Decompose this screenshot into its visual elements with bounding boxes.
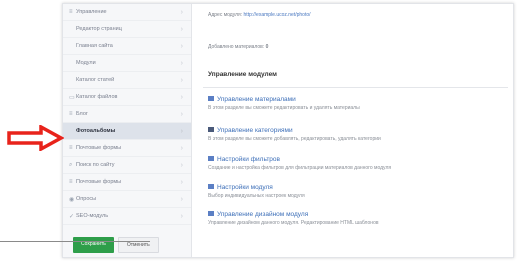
- materials-added-value: 0: [265, 44, 269, 50]
- sidebar-item[interactable]: ⌕ Поиск по сайту ›: [63, 157, 191, 174]
- chevron-right-icon: ›: [180, 76, 183, 84]
- module-address-label: Адрес модуля:: [208, 12, 243, 18]
- sidebar-item[interactable]: Модули ›: [63, 55, 191, 72]
- chevron-right-icon: ›: [180, 144, 183, 152]
- module-entry-description: В этом разделе вы сможете добавлять, ред…: [208, 136, 381, 142]
- search-icon: ⌕: [69, 161, 73, 168]
- list-icon: ≡: [69, 111, 73, 117]
- materials-added-label: Добавлено материалов:: [208, 44, 265, 50]
- sidebar-item[interactable]: ≡ Управление ›: [63, 4, 191, 21]
- sidebar-item[interactable]: ≡ Почтовые формы ›: [63, 174, 191, 191]
- sidebar-item-label: Главная сайта: [76, 43, 113, 49]
- sidebar-item-label: Редактор страниц: [76, 26, 122, 32]
- tool-icon: ✓: [69, 213, 75, 220]
- sidebar-item-label: Опросы: [76, 196, 97, 202]
- underline-divider: [0, 241, 150, 242]
- materials-added-row: Добавлено материалов: 0: [208, 44, 268, 50]
- list-icon: [208, 96, 214, 101]
- sidebar-item-label: Блог: [76, 111, 88, 117]
- module-entry-title: Управление категориями: [217, 127, 293, 134]
- module-address-row: Адрес модуля: http://example.ucoz.net/ph…: [208, 12, 311, 18]
- list-icon: ≡: [69, 179, 73, 185]
- list-icon: ≡: [69, 145, 73, 151]
- main-content: Адрес модуля: http://example.ucoz.net/ph…: [203, 4, 508, 257]
- list-icon: ≡: [69, 9, 73, 15]
- sidebar-item[interactable]: ◉ Опросы ›: [63, 191, 191, 208]
- module-entry-title: Настройки фильтров: [217, 156, 280, 163]
- sidebar-item-label: Почтовые формы: [76, 179, 122, 185]
- chevron-right-icon: ›: [180, 212, 183, 220]
- module-entry: Настройки фильтров Создание и настройка ф…: [208, 156, 391, 171]
- user-icon: ◉: [69, 196, 75, 203]
- sidebar-item[interactable]: Редактор страниц ›: [63, 21, 191, 38]
- chevron-right-icon: ›: [180, 178, 183, 186]
- module-entry: Настройки модуля Выбор индивидуальных нас…: [208, 184, 305, 199]
- chevron-right-icon: ›: [180, 8, 183, 16]
- sidebar-item[interactable]: ≡ Почтовые формы ›: [63, 140, 191, 157]
- sidebar-actions: Сохранить Отменить: [73, 237, 159, 253]
- module-entry-link[interactable]: Настройки модуля: [208, 184, 305, 191]
- chevron-right-icon: ›: [180, 127, 183, 135]
- module-entry-title: Настройки модуля: [217, 184, 273, 191]
- section-title: Управление модулем: [208, 71, 277, 78]
- module-entry: Управление материалами В этом разделе вы …: [208, 96, 360, 111]
- module-entry: Управление категориями В этом разделе вы …: [208, 127, 381, 142]
- module-address-link[interactable]: http://example.ucoz.net/photo/: [244, 12, 311, 18]
- filter-icon: [208, 156, 214, 161]
- save-button[interactable]: Сохранить: [73, 237, 114, 253]
- sidebar-item[interactable]: ▭ Каталог файлов ›: [63, 89, 191, 106]
- module-entry-link[interactable]: Управление дизайном модуля: [208, 211, 379, 218]
- sidebar-item-label: Поиск по сайту: [76, 162, 115, 168]
- chevron-right-icon: ›: [180, 42, 183, 50]
- chevron-right-icon: ›: [180, 93, 183, 101]
- chevron-right-icon: ›: [180, 59, 183, 67]
- sidebar-item-label: Каталог файлов: [76, 94, 118, 100]
- chevron-right-icon: ›: [180, 195, 183, 203]
- sidebar-item-label: Почтовые формы: [76, 145, 122, 151]
- divider: [203, 87, 508, 88]
- module-entry-title: Управление дизайном модуля: [217, 211, 309, 218]
- folder-icon: ▭: [69, 94, 75, 101]
- module-entry-link[interactable]: Управление материалами: [208, 96, 360, 103]
- design-icon: [208, 211, 214, 216]
- chevron-right-icon: ›: [180, 25, 183, 33]
- sidebar-item-label: SEO-модуль: [76, 213, 109, 219]
- admin-panel-window: ≡ Управление › Редактор страниц › Главная сай…: [62, 3, 514, 258]
- sidebar-item[interactable]: ✓ SEO-модуль ›: [63, 208, 191, 225]
- sidebar-item-label: Фотоальбомы: [76, 128, 116, 134]
- cancel-button[interactable]: Отменить: [117, 237, 159, 253]
- module-entry-description: Создание и настройка фильтров для фильтр…: [208, 165, 392, 171]
- gear-icon: [208, 184, 214, 189]
- module-entry-title: Управление материалами: [217, 96, 296, 103]
- sidebar-item-label: Модули: [76, 60, 96, 66]
- sidebar: ≡ Управление › Редактор страниц › Главная сай…: [63, 4, 192, 257]
- module-entry: Управление дизайном модуля Управление диз…: [208, 211, 379, 226]
- chevron-right-icon: ›: [180, 161, 183, 169]
- module-entry-link[interactable]: Управление категориями: [208, 127, 381, 134]
- module-entry-link[interactable]: Настройки фильтров: [208, 156, 391, 163]
- sidebar-item[interactable]: Каталог статей ›: [63, 72, 191, 89]
- sidebar-item[interactable]: ≡ Блог ›: [63, 106, 191, 123]
- sidebar-item[interactable]: Фотоальбомы ›: [63, 123, 191, 140]
- module-entry-description: Управление дизайном данного модуля. Реда…: [208, 220, 379, 226]
- sidebar-item-label: Каталог статей: [76, 77, 115, 83]
- module-entry-description: В этом разделе вы сможете редактировать …: [208, 105, 360, 111]
- sidebar-item[interactable]: Главная сайта ›: [63, 38, 191, 55]
- module-entry-description: Выбор индивидуальных настроек модуля: [208, 193, 305, 199]
- red-arrow-icon: [7, 125, 64, 151]
- sidebar-item-label: Управление: [76, 9, 107, 15]
- chevron-right-icon: ›: [180, 110, 183, 118]
- folder-icon: [208, 127, 214, 132]
